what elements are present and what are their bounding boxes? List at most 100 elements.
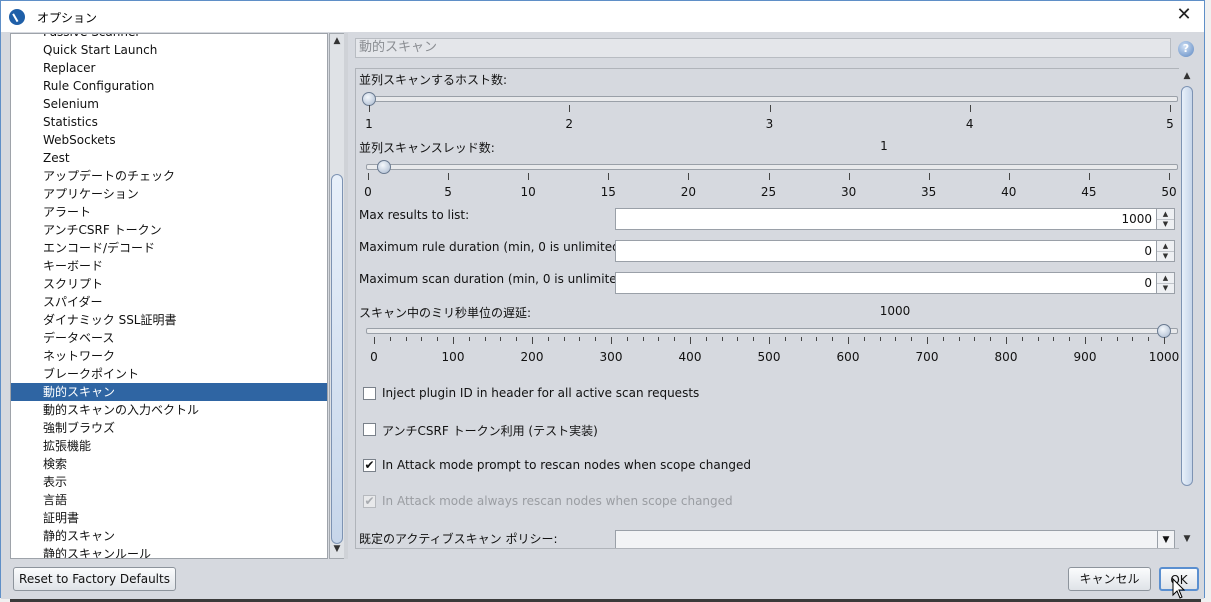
tree-item[interactable]: Zest [11, 149, 327, 167]
settings-scroll-thumb[interactable] [1181, 86, 1193, 486]
anti-csrf-checkbox[interactable] [363, 423, 376, 436]
hosts-slider-thumb[interactable] [362, 92, 376, 106]
slider-minor-tick [1132, 337, 1134, 341]
tree-item[interactable]: 表示 [11, 473, 327, 491]
tree-scrollbar[interactable]: ▲ ▼ [329, 33, 345, 559]
slider-tick-label: 100 [441, 350, 465, 364]
tree-item[interactable]: 動的スキャン [11, 383, 327, 401]
cancel-button[interactable]: キャンセル [1068, 567, 1151, 591]
threads-slider-track[interactable] [366, 164, 1178, 170]
tree-item[interactable]: ネットワーク [11, 347, 327, 365]
anti-csrf-label[interactable]: アンチCSRF トークン利用 (テスト実装) [382, 422, 598, 439]
tree-item[interactable]: エンコード/デコード [11, 239, 327, 257]
tree-item[interactable]: 静的スキャンルール [11, 545, 327, 558]
tree-item[interactable]: Selenium [11, 95, 327, 113]
tree-item[interactable]: 言語 [11, 491, 327, 509]
slider-tick-label: 30 [840, 185, 857, 199]
tree-item[interactable]: アプリケーション [11, 185, 327, 203]
tree-item[interactable]: 証明書 [11, 509, 327, 527]
slider-minor-tick [990, 337, 992, 341]
slider-tick-label: 200 [520, 350, 544, 364]
slider-major-tick [1170, 105, 1171, 112]
slider-tick-label: 600 [836, 350, 860, 364]
tree-item[interactable]: スクリプト [11, 275, 327, 293]
tree-item[interactable]: 検索 [11, 455, 327, 473]
max-results-spinner[interactable]: 1000 ▲ ▼ [615, 208, 1175, 230]
reset-defaults-button[interactable]: Reset to Factory Defaults [13, 567, 176, 591]
tree-scroll-thumb[interactable] [331, 174, 343, 544]
tree-item[interactable]: データベース [11, 329, 327, 347]
tree-item[interactable]: スパイダー [11, 293, 327, 311]
prompt-rescan-label[interactable]: In Attack mode prompt to rescan nodes wh… [382, 458, 751, 472]
slider-minor-tick [816, 337, 818, 341]
slider-tick-label: 800 [994, 350, 1018, 364]
settings-scrollbar[interactable]: ▲ ▼ [1179, 68, 1195, 549]
tree-item[interactable]: 拡張機能 [11, 437, 327, 455]
close-icon[interactable]: ✕ [1174, 5, 1194, 25]
chevron-down-icon[interactable]: ▼ [1157, 531, 1174, 548]
delay-slider-track[interactable] [366, 328, 1178, 334]
tree-item[interactable]: ダイナミック SSL証明書 [11, 311, 327, 329]
tree-item[interactable]: Replacer [11, 59, 327, 77]
tree-item[interactable]: Statistics [11, 113, 327, 131]
slider-major-tick [368, 173, 369, 180]
help-icon[interactable]: ? [1178, 41, 1194, 57]
slider-minor-tick [437, 337, 439, 341]
app-logo-icon [9, 9, 25, 25]
max-results-value[interactable]: 1000 [1121, 212, 1152, 226]
prompt-rescan-checkbox[interactable]: ✔ [363, 459, 376, 472]
max-rule-duration-label: Maximum rule duration (min, 0 is unlimit… [359, 240, 629, 254]
slider-minor-tick [421, 337, 423, 341]
slider-major-tick [374, 337, 375, 344]
slider-minor-tick [784, 337, 786, 341]
tree-item[interactable]: Passive Scanner [11, 34, 327, 41]
slider-minor-tick [753, 337, 755, 341]
tree-item[interactable]: ブレークポイント [11, 365, 327, 383]
slider-minor-tick [721, 337, 723, 341]
policy-dropdown[interactable]: ▼ [615, 530, 1175, 548]
options-tree: Passive ScannerQuick Start LaunchReplace… [10, 33, 328, 559]
slider-tick-label: 900 [1073, 350, 1097, 364]
slider-major-tick [448, 173, 450, 180]
scroll-up-icon[interactable]: ▲ [332, 36, 342, 48]
spinner-buttons: ▲ ▼ [1156, 209, 1174, 229]
panel-title: 動的スキャン [355, 38, 1171, 58]
pane-splitter[interactable] [344, 33, 348, 559]
slider-major-tick [690, 337, 691, 344]
slider-minor-tick [1037, 337, 1039, 341]
tree-item[interactable]: アンチCSRF トークン [11, 221, 327, 239]
scroll-down-icon[interactable]: ▼ [332, 544, 342, 556]
tree-item[interactable]: Rule Configuration [11, 77, 327, 95]
max-rule-duration-value[interactable]: 0 [1144, 244, 1152, 258]
slider-major-tick [848, 173, 850, 180]
slider-minor-tick [911, 337, 913, 341]
max-scan-duration-spinner[interactable]: 0 ▲ ▼ [615, 272, 1175, 294]
slider-tick-label: 500 [757, 350, 781, 364]
inject-plugin-id-label[interactable]: Inject plugin ID in header for all activ… [382, 386, 699, 400]
slider-tick-label: 15 [600, 185, 616, 199]
slider-tick-label: 20 [680, 185, 697, 199]
spin-down-icon[interactable]: ▼ [1157, 251, 1174, 261]
tree-item[interactable]: アラート [11, 203, 327, 221]
tree-item[interactable]: 静的スキャン [11, 527, 327, 545]
tree-item[interactable]: Quick Start Launch [11, 41, 327, 59]
max-scan-duration-label: Maximum scan duration (min, 0 is unlimit… [359, 272, 633, 286]
slider-minor-tick [958, 337, 960, 341]
tree-item[interactable]: アップデートのチェック [11, 167, 327, 185]
tree-item[interactable]: 強制ブラウズ [11, 419, 327, 437]
tree-item[interactable]: キーボード [11, 257, 327, 275]
delay-slider-thumb[interactable] [1157, 324, 1171, 338]
tree-item[interactable]: 動的スキャンの入力ベクトル [11, 401, 327, 419]
max-scan-duration-value[interactable]: 0 [1144, 276, 1152, 290]
spin-down-icon[interactable]: ▼ [1157, 283, 1174, 293]
slider-minor-tick [800, 337, 802, 341]
spin-down-icon[interactable]: ▼ [1157, 219, 1174, 229]
slider-major-tick [928, 173, 930, 180]
max-rule-duration-spinner[interactable]: 0 ▲ ▼ [615, 240, 1175, 262]
scroll-up-icon[interactable]: ▲ [1182, 71, 1192, 83]
scroll-down-icon[interactable]: ▼ [1182, 534, 1192, 546]
tree-item[interactable]: WebSockets [11, 131, 327, 149]
inject-plugin-id-checkbox[interactable] [363, 387, 376, 400]
hosts-slider-track[interactable] [366, 96, 1178, 102]
threads-slider-thumb[interactable] [377, 160, 392, 174]
